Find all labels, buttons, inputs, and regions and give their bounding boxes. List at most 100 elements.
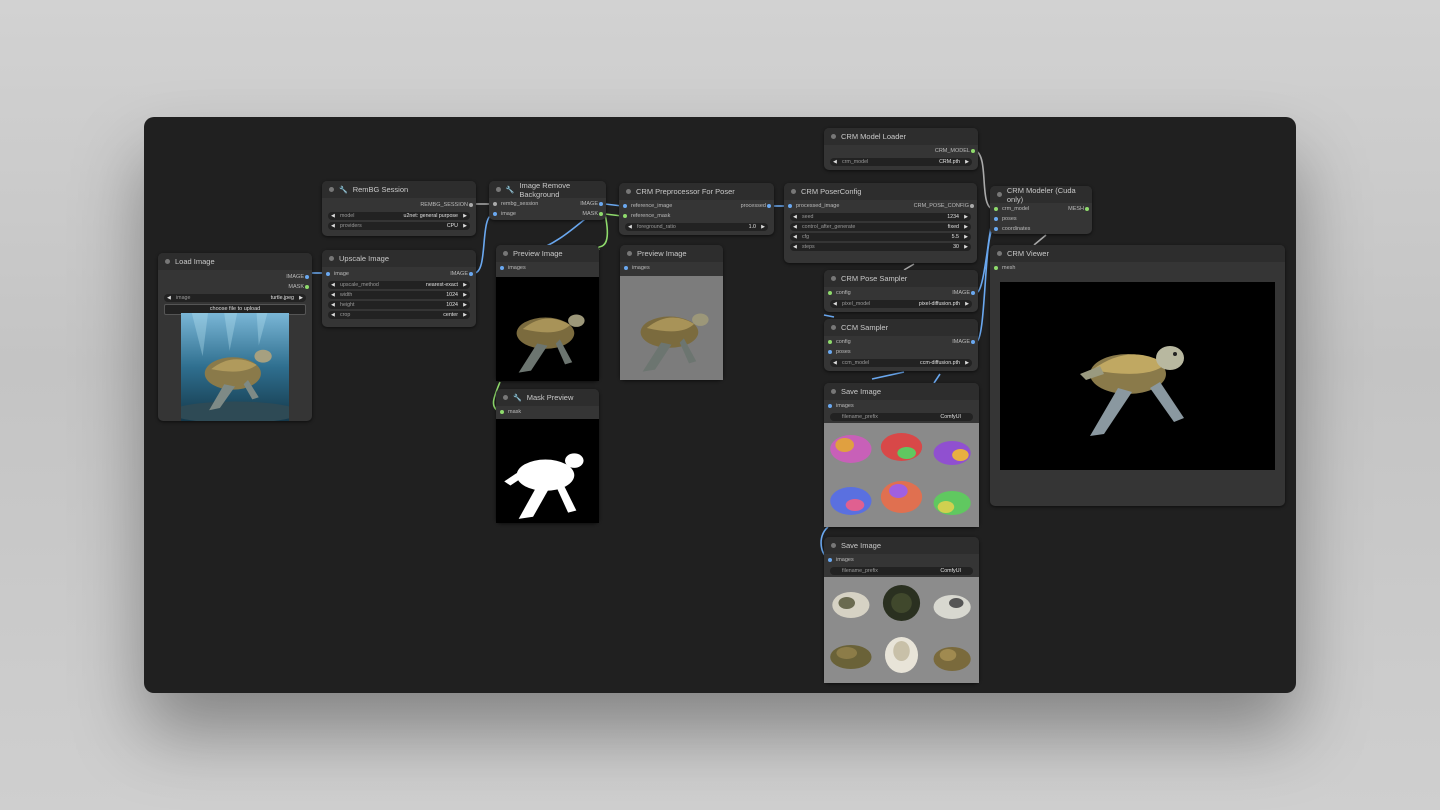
input-socket[interactable]	[994, 227, 998, 231]
arrow-left-icon[interactable]: ◀	[833, 158, 837, 166]
upscale-method-widget[interactable]: ◀ upscale_method nearest-exact ▶	[328, 281, 470, 289]
output-socket[interactable]	[767, 204, 771, 208]
providers-widget[interactable]: ◀ providers CPU ▶	[328, 222, 470, 230]
node-header[interactable]: CRM Viewer	[990, 245, 1285, 262]
node-header[interactable]: Preview Image	[496, 245, 599, 262]
node-header[interactable]: Upscale Image	[322, 250, 476, 267]
node-header[interactable]: 🔧 Mask Preview	[496, 389, 599, 406]
collapse-dot-icon[interactable]	[165, 259, 170, 264]
arrow-right-icon[interactable]: ▶	[463, 291, 467, 299]
ccm-model-widget[interactable]: ◀ ccm_model ccm-diffusion.pth ▶	[830, 359, 972, 367]
node-header[interactable]: 🔧 RemBG Session	[322, 181, 476, 198]
input-socket[interactable]	[623, 204, 627, 208]
node-header[interactable]: CRM PoserConfig	[784, 183, 977, 200]
mask-preview-node[interactable]: 🔧 Mask Preview mask	[496, 389, 599, 523]
input-socket[interactable]	[828, 558, 832, 562]
collapse-dot-icon[interactable]	[329, 187, 334, 192]
input-socket[interactable]	[623, 214, 627, 218]
output-socket[interactable]	[305, 285, 309, 289]
collapse-dot-icon[interactable]	[831, 543, 836, 548]
width-widget[interactable]: ◀ width 1024 ▶	[328, 291, 470, 299]
node-header[interactable]: Save Image	[824, 383, 979, 400]
input-socket[interactable]	[828, 340, 832, 344]
collapse-dot-icon[interactable]	[626, 189, 631, 194]
input-socket[interactable]	[624, 266, 628, 270]
collapse-dot-icon[interactable]	[496, 187, 501, 192]
output-socket[interactable]	[971, 291, 975, 295]
output-socket[interactable]	[599, 202, 603, 206]
arrow-right-icon[interactable]: ▶	[965, 359, 969, 367]
collapse-dot-icon[interactable]	[503, 251, 508, 256]
image-remove-background-node[interactable]: 🔧 Image Remove Background rembg_session IM…	[489, 181, 606, 220]
node-header[interactable]: 🔧 Image Remove Background	[489, 181, 606, 199]
model-widget[interactable]: ◀ model u2net: general purpose ▶	[328, 212, 470, 220]
upscale-image-node[interactable]: Upscale Image image IMAGE ◀ upscale_method…	[322, 250, 476, 327]
preview-image-node[interactable]: Preview Image images	[496, 245, 599, 381]
steps-widget[interactable]: ◀ steps 30 ▶	[790, 243, 971, 251]
collapse-dot-icon[interactable]	[831, 134, 836, 139]
save-image-node-2[interactable]: Save Image images filename_prefix ComfyUI	[824, 537, 979, 683]
output-socket[interactable]	[1085, 207, 1089, 211]
control-after-generate-widget[interactable]: ◀ control_after_generate fixed ▶	[790, 223, 971, 231]
arrow-left-icon[interactable]: ◀	[793, 213, 797, 221]
arrow-right-icon[interactable]: ▶	[964, 233, 968, 241]
arrow-left-icon[interactable]: ◀	[331, 281, 335, 289]
arrow-right-icon[interactable]: ▶	[964, 243, 968, 251]
foreground-ratio-widget[interactable]: ◀ foreground_ratio 1.0 ▶	[625, 223, 768, 231]
filename-prefix-widget[interactable]: filename_prefix ComfyUI	[830, 567, 973, 575]
collapse-dot-icon[interactable]	[329, 256, 334, 261]
output-socket[interactable]	[599, 212, 603, 216]
image-select-widget[interactable]: ◀ image turtle.jpeg ▶	[164, 294, 306, 302]
crm-preprocessor-node[interactable]: CRM Preprocessor For Poser reference_ima…	[619, 183, 774, 235]
height-widget[interactable]: ◀ height 1024 ▶	[328, 301, 470, 309]
pixel-model-widget[interactable]: ◀ pixel_model pixel-diffusion.pth ▶	[830, 300, 972, 308]
crm-model-loader-node[interactable]: CRM Model Loader CRM_MODEL ◀ crm_model CRM…	[824, 128, 978, 170]
arrow-right-icon[interactable]: ▶	[463, 281, 467, 289]
node-header[interactable]: CRM Pose Sampler	[824, 270, 978, 287]
arrow-left-icon[interactable]: ◀	[793, 223, 797, 231]
arrow-right-icon[interactable]: ▶	[761, 223, 765, 231]
collapse-dot-icon[interactable]	[791, 189, 796, 194]
crm-model-widget[interactable]: ◀ crm_model CRM.pth ▶	[830, 158, 972, 166]
crm-pose-sampler-node[interactable]: CRM Pose Sampler config IMAGE ◀ pixel_mode…	[824, 270, 978, 312]
3d-mesh-viewport[interactable]	[1000, 282, 1275, 470]
arrow-left-icon[interactable]: ◀	[331, 291, 335, 299]
arrow-left-icon[interactable]: ◀	[331, 212, 335, 220]
filename-prefix-widget[interactable]: filename_prefix ComfyUI	[830, 413, 973, 421]
node-graph-canvas[interactable]: Load Image IMAGE MASK ◀ image turtle.jpeg ▶…	[144, 117, 1296, 693]
arrow-left-icon[interactable]: ◀	[331, 301, 335, 309]
crop-widget[interactable]: ◀ crop center ▶	[328, 311, 470, 319]
arrow-right-icon[interactable]: ▶	[965, 158, 969, 166]
arrow-right-icon[interactable]: ▶	[965, 300, 969, 308]
arrow-right-icon[interactable]: ▶	[463, 212, 467, 220]
node-header[interactable]: Preview Image	[620, 245, 723, 262]
crm-modeler-node[interactable]: CRM Modeler (Cuda only) crm_model MESH po…	[990, 186, 1092, 234]
collapse-dot-icon[interactable]	[997, 251, 1002, 256]
collapse-dot-icon[interactable]	[997, 192, 1002, 197]
arrow-left-icon[interactable]: ◀	[793, 243, 797, 251]
arrow-left-icon[interactable]: ◀	[331, 311, 335, 319]
input-socket[interactable]	[994, 207, 998, 211]
arrow-right-icon[interactable]: ▶	[964, 223, 968, 231]
preview-image-node-2[interactable]: Preview Image images	[620, 245, 723, 380]
rembg-session-node[interactable]: 🔧 RemBG Session REMBG_SESSION ◀ model u2net…	[322, 181, 476, 236]
input-socket[interactable]	[326, 272, 330, 276]
load-image-node[interactable]: Load Image IMAGE MASK ◀ image turtle.jpeg ▶…	[158, 253, 312, 421]
input-socket[interactable]	[500, 266, 504, 270]
arrow-right-icon[interactable]: ▶	[463, 301, 467, 309]
save-image-node[interactable]: Save Image images filename_prefix ComfyUI	[824, 383, 979, 527]
input-socket[interactable]	[828, 291, 832, 295]
input-socket[interactable]	[828, 404, 832, 408]
collapse-dot-icon[interactable]	[503, 395, 508, 400]
node-header[interactable]: CRM Model Loader	[824, 128, 978, 145]
collapse-dot-icon[interactable]	[831, 325, 836, 330]
input-socket[interactable]	[994, 217, 998, 221]
arrow-left-icon[interactable]: ◀	[793, 233, 797, 241]
output-socket[interactable]	[305, 275, 309, 279]
node-header[interactable]: Save Image	[824, 537, 979, 554]
input-socket[interactable]	[493, 202, 497, 206]
collapse-dot-icon[interactable]	[831, 389, 836, 394]
input-socket[interactable]	[493, 212, 497, 216]
arrow-left-icon[interactable]: ◀	[331, 222, 335, 230]
collapse-dot-icon[interactable]	[831, 276, 836, 281]
